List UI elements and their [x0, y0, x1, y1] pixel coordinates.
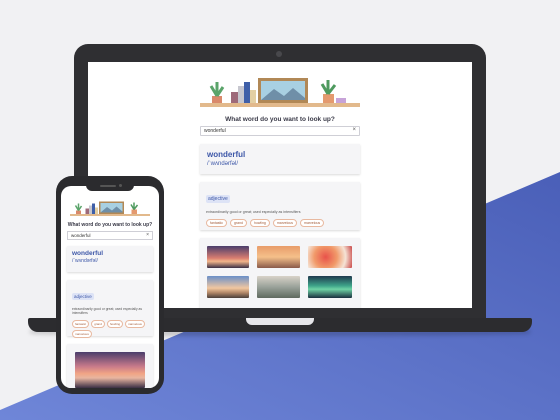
word-card: wonderful /ˈwʌndərfəl/ [200, 144, 360, 174]
definition-text: extraordinarily good or great; used espe… [206, 210, 301, 214]
word-title: wonderful [207, 150, 246, 159]
definition-text: extraordinarily good or great; used espe… [72, 307, 143, 316]
lookup-prompt: What word do you want to look up? [67, 222, 153, 228]
synonym-chip[interactable]: marvelous [125, 319, 145, 328]
synonym-chip[interactable]: fantastic [206, 219, 228, 227]
part-of-speech-badge: adjective [206, 195, 230, 203]
gallery-photo[interactable] [207, 276, 249, 298]
synonym-chip[interactable]: howling [106, 319, 124, 328]
synonym-chip[interactable]: marvelous [300, 219, 325, 227]
phone-speaker [100, 185, 116, 187]
part-of-speech-badge: adjective [72, 293, 94, 300]
search-input[interactable]: wonderful × [67, 231, 153, 240]
word-card: wonderful /ˈwʌndərfəl/ [67, 246, 153, 272]
synonym-chip[interactable]: grand [91, 319, 105, 328]
clear-icon[interactable]: × [352, 127, 356, 133]
lookup-prompt: What word do you want to look up? [225, 116, 335, 123]
synonym-list: fantastic grand howling marvelous marvel… [206, 219, 354, 227]
header-illustration [70, 201, 150, 216]
phone-camera [119, 184, 122, 187]
search-input-value: wonderful [204, 128, 226, 134]
clear-icon[interactable]: × [146, 232, 149, 238]
phone-screen: What word do you want to look up? wonder… [61, 186, 159, 388]
search-input[interactable]: wonderful × [200, 126, 360, 136]
word-phonetic: /ˈwʌndərfəl/ [72, 258, 98, 264]
word-phonetic: /ˈwʌndərfəl/ [207, 161, 239, 167]
laptop-notch [246, 318, 314, 325]
header-illustration [200, 78, 360, 107]
gallery-photo[interactable] [257, 246, 300, 268]
gallery-photo[interactable] [257, 276, 300, 298]
image-gallery [200, 238, 360, 308]
meaning-card: adjective extraordinarily good or great;… [67, 280, 153, 338]
gallery-photo[interactable] [308, 276, 352, 298]
synonym-chip[interactable]: marvelous [272, 219, 298, 227]
synonym-chip[interactable]: howling [250, 219, 270, 227]
synonym-chip[interactable]: marvelous [72, 329, 92, 338]
gallery-photo[interactable] [308, 246, 352, 268]
synonym-list: fantastic grand howling marvelous marvel… [72, 319, 148, 338]
gallery-photo[interactable] [207, 246, 249, 268]
synonym-chip[interactable]: fantastic [72, 319, 90, 328]
image-gallery [67, 344, 153, 388]
meaning-card: adjective extraordinarily good or great;… [200, 182, 360, 230]
gallery-photo[interactable] [75, 352, 145, 388]
laptop-camera [276, 51, 282, 57]
search-input-value: wonderful [71, 233, 91, 238]
synonym-chip[interactable]: grand [230, 219, 247, 227]
word-title: wonderful [72, 250, 104, 257]
